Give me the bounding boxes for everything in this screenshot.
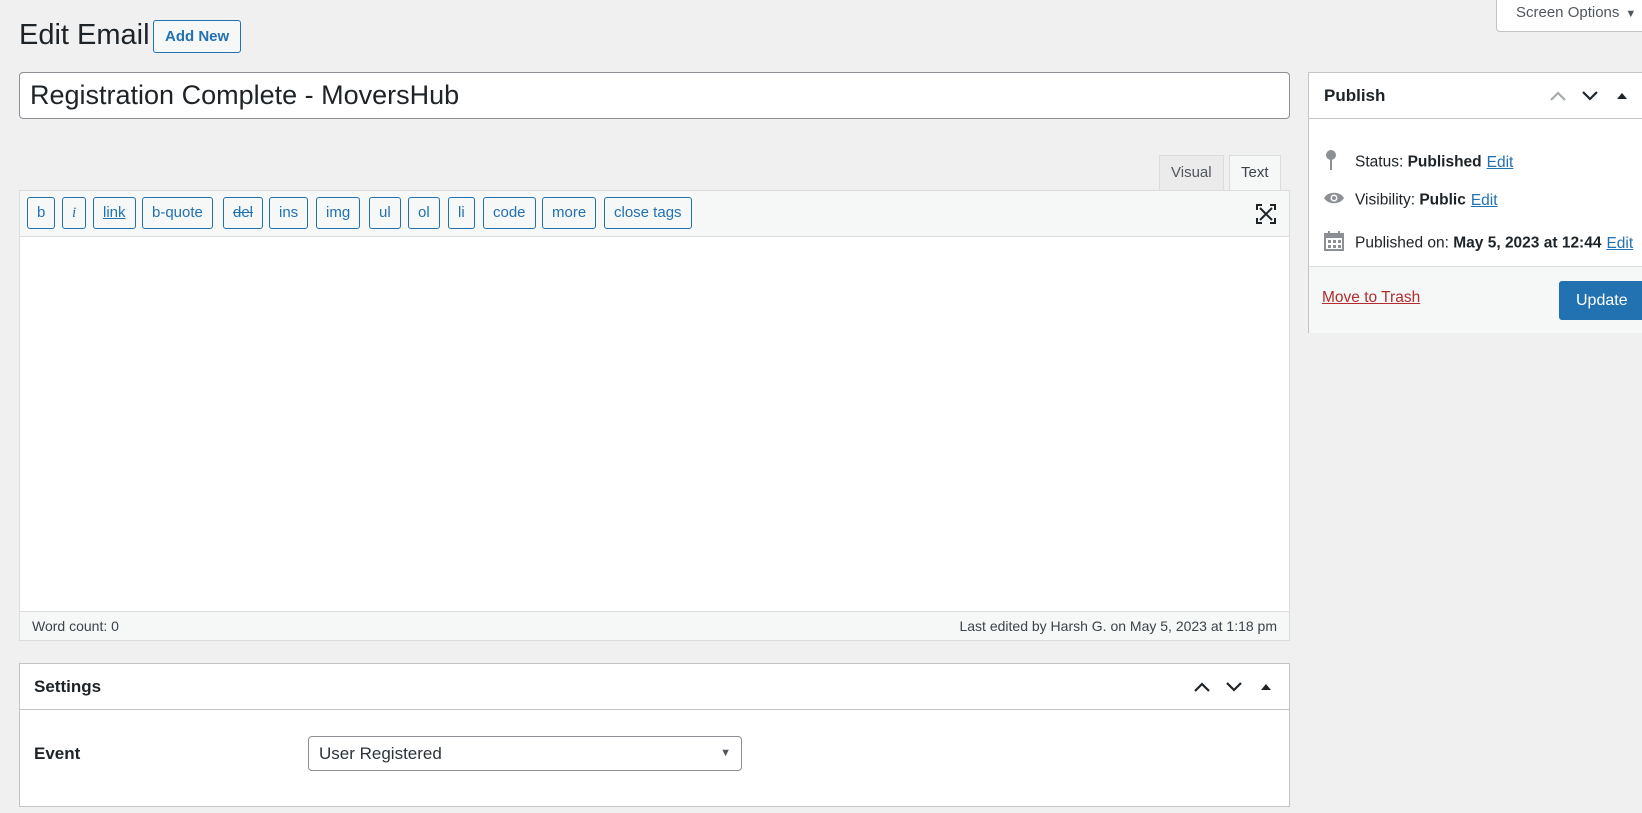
qt-bold-button[interactable]: b bbox=[27, 197, 56, 229]
event-select[interactable]: User Registered ▼ bbox=[308, 736, 742, 771]
screen-options-label: Screen Options bbox=[1516, 4, 1620, 21]
toggle-panel-icon[interactable] bbox=[1255, 676, 1277, 698]
fullscreen-icon[interactable] bbox=[1255, 203, 1277, 225]
tab-visual[interactable]: Visual bbox=[1159, 155, 1224, 191]
event-selected-value: User Registered bbox=[319, 744, 442, 763]
content-textarea[interactable] bbox=[20, 237, 1289, 611]
qt-more-button[interactable]: more bbox=[542, 197, 597, 229]
qt-link-button[interactable]: link bbox=[93, 197, 136, 229]
qt-ol-button[interactable]: ol bbox=[408, 197, 440, 229]
published-label: Published on: bbox=[1355, 234, 1449, 252]
pin-icon bbox=[1323, 149, 1345, 176]
qt-ul-button[interactable]: ul bbox=[369, 197, 401, 229]
qt-del-button[interactable]: del bbox=[223, 197, 264, 229]
post-title-input[interactable] bbox=[19, 72, 1290, 119]
chevron-up-icon[interactable] bbox=[1547, 85, 1569, 107]
editor: b i link b-quote del ins img ul ol li co… bbox=[19, 190, 1290, 641]
qt-li-button[interactable]: li bbox=[448, 197, 475, 229]
qt-ins-button[interactable]: ins bbox=[269, 197, 309, 229]
major-publishing-actions: Move to Trash Update bbox=[1309, 266, 1642, 333]
publish-header: Publish bbox=[1309, 73, 1642, 119]
visibility-label: Visibility: bbox=[1355, 191, 1416, 209]
settings-header: Settings bbox=[20, 664, 1289, 710]
chevron-up-icon[interactable] bbox=[1191, 676, 1213, 698]
qt-bquote-button[interactable]: b-quote bbox=[142, 197, 213, 229]
visibility-value: Public bbox=[1419, 191, 1466, 209]
editor-status-bar: Word count: 0 Last edited by Harsh G. on… bbox=[20, 611, 1289, 640]
calendar-icon bbox=[1323, 230, 1345, 257]
toggle-panel-icon[interactable] bbox=[1611, 85, 1633, 107]
add-new-button[interactable]: Add New bbox=[153, 20, 242, 53]
word-count: Word count: 0 bbox=[32, 618, 119, 634]
status-row: Status: Published Edit bbox=[1323, 149, 1513, 176]
chevron-down-icon[interactable] bbox=[1223, 676, 1245, 698]
qt-italic-button[interactable]: i bbox=[62, 197, 87, 229]
settings-handles bbox=[1191, 676, 1277, 698]
publish-handles bbox=[1547, 85, 1633, 107]
published-value: May 5, 2023 at 12:44 bbox=[1453, 234, 1602, 252]
event-label: Event bbox=[34, 744, 81, 763]
page-title: Edit Email bbox=[19, 19, 150, 51]
settings-title: Settings bbox=[34, 677, 102, 696]
chevron-down-icon[interactable] bbox=[1579, 85, 1601, 107]
qt-close-tags-button[interactable]: close tags bbox=[604, 197, 692, 229]
caret-down-icon: ▼ bbox=[720, 747, 731, 759]
published-on-row: Published on: May 5, 2023 at 12:44 Edit bbox=[1323, 230, 1633, 257]
qt-code-button[interactable]: code bbox=[483, 197, 536, 229]
edit-visibility-link[interactable]: Edit bbox=[1471, 192, 1498, 209]
edit-status-link[interactable]: Edit bbox=[1487, 154, 1514, 171]
visibility-row: Visibility: Public Edit bbox=[1323, 190, 1498, 211]
quicktags-toolbar: b i link b-quote del ins img ul ol li co… bbox=[20, 191, 1289, 237]
settings-metabox: Settings Event User Registered ▼ bbox=[19, 663, 1290, 807]
publish-metabox: Publish Status: Published Edit Visibility… bbox=[1308, 72, 1642, 333]
status-label: Status: bbox=[1355, 153, 1404, 171]
caret-down-icon: ▼ bbox=[1625, 8, 1637, 20]
move-to-trash-link[interactable]: Move to Trash bbox=[1322, 289, 1420, 307]
screen-options-toggle[interactable]: Screen Options ▼ bbox=[1496, 0, 1642, 32]
eye-icon bbox=[1323, 190, 1345, 211]
editor-tabs-bar bbox=[19, 123, 1290, 191]
publish-title: Publish bbox=[1324, 86, 1386, 105]
edit-date-link[interactable]: Edit bbox=[1606, 235, 1633, 252]
last-edited: Last edited by Harsh G. on May 5, 2023 a… bbox=[959, 618, 1277, 634]
update-button[interactable]: Update bbox=[1559, 281, 1642, 320]
qt-img-button[interactable]: img bbox=[316, 197, 361, 229]
tab-text[interactable]: Text bbox=[1229, 155, 1281, 191]
status-value: Published bbox=[1407, 153, 1482, 171]
